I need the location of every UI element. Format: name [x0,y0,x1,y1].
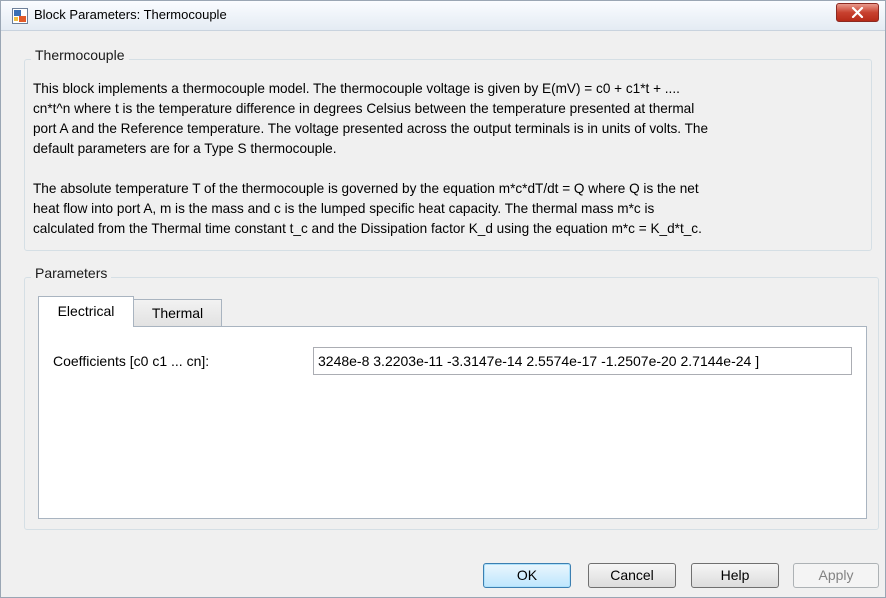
parameters-group-label: Parameters [31,265,112,281]
tab-thermal[interactable]: Thermal [134,299,222,326]
description-line-1: This block implements a thermocouple mod… [33,81,680,96]
title-bar[interactable]: Block Parameters: Thermocouple [1,1,885,31]
tab-electrical[interactable]: Electrical [38,296,134,327]
coefficients-input[interactable]: 3248e-8 3.2203e-11 -3.3147e-14 2.5574e-1… [313,347,852,375]
ok-button[interactable]: OK [483,563,571,588]
description-line-6: heat flow into port A, m is the mass and… [33,201,655,216]
window-title: Block Parameters: Thermocouple [34,7,227,22]
simulink-block-icon [12,8,28,24]
apply-button[interactable]: Apply [793,563,879,588]
description-line-7: calculated from the Thermal time constan… [33,221,702,236]
description-line-3: port A and the Reference temperature. Th… [33,121,709,136]
close-button[interactable] [836,3,879,22]
help-button[interactable]: Help [691,563,779,588]
description-group-label: Thermocouple [31,47,129,63]
coefficients-label: Coefficients [c0 c1 ... cn]: [53,353,210,369]
description-line-2: cn*t^n where t is the temperature differ… [33,101,695,116]
cancel-button[interactable]: Cancel [588,563,676,588]
block-parameters-dialog: Block Parameters: Thermocouple Thermocou… [0,0,886,598]
description-line-4: default parameters are for a Type S ther… [33,141,337,156]
close-icon [851,7,864,18]
description-line-5: The absolute temperature T of the thermo… [33,181,699,196]
